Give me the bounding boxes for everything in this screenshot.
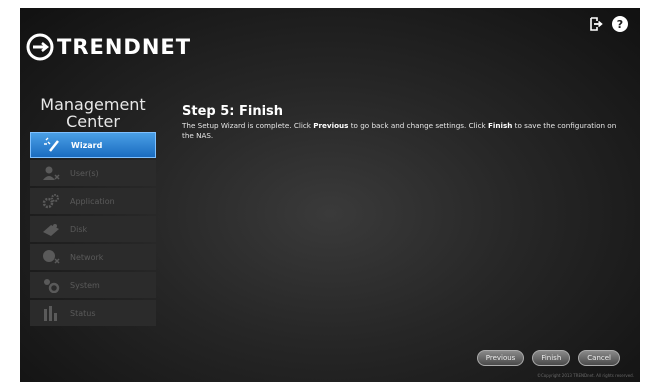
sidebar-nav: Wizard User(s) Application Disk Network … bbox=[30, 132, 156, 328]
sidebar-item-label: Wizard bbox=[71, 140, 103, 150]
sidebar-item-label: System bbox=[70, 280, 100, 290]
sidebar-item-disk[interactable]: Disk bbox=[30, 216, 156, 242]
sidebar-item-label: Application bbox=[70, 196, 115, 206]
sidebar-item-label: Status bbox=[70, 308, 96, 318]
system-gears-icon bbox=[40, 276, 62, 294]
disk-icon bbox=[40, 220, 62, 238]
help-icon[interactable]: ? bbox=[612, 16, 628, 32]
top-toolbar: ? bbox=[588, 16, 628, 32]
sidebar-item-network[interactable]: Network bbox=[30, 244, 156, 270]
status-bars-icon bbox=[40, 304, 62, 322]
cancel-button[interactable]: Cancel bbox=[578, 350, 620, 366]
logo-text: TRENDNET bbox=[57, 35, 192, 59]
sidebar-item-label: User(s) bbox=[70, 168, 99, 178]
desc-part-1: The Setup Wizard is complete. Click bbox=[182, 121, 314, 130]
users-icon bbox=[40, 164, 62, 182]
sidebar-item-label: Disk bbox=[70, 224, 88, 234]
app-window: ? TRENDNET Management Center Wizard User… bbox=[20, 8, 640, 382]
title-line-2: Center bbox=[66, 112, 120, 131]
logout-icon[interactable] bbox=[588, 16, 604, 32]
step-description: The Setup Wizard is complete. Click Prev… bbox=[182, 121, 622, 140]
finish-button[interactable]: Finish bbox=[532, 350, 571, 366]
desc-part-2: to go back and change settings. Click bbox=[348, 121, 489, 130]
sidebar-item-system[interactable]: System bbox=[30, 272, 156, 298]
application-gears-icon bbox=[40, 192, 62, 210]
trendnet-logo: TRENDNET bbox=[26, 33, 191, 61]
sidebar-item-label: Network bbox=[70, 252, 104, 262]
wizard-buttons: Previous Finish Cancel bbox=[476, 350, 620, 366]
previous-button[interactable]: Previous bbox=[476, 350, 525, 366]
trendnet-logo-icon bbox=[26, 33, 54, 61]
sidebar-item-status[interactable]: Status bbox=[30, 300, 156, 326]
title-line-1: Management bbox=[40, 95, 146, 114]
desc-bold-previous: Previous bbox=[313, 121, 349, 130]
sidebar-item-application[interactable]: Application bbox=[30, 188, 156, 214]
network-icon bbox=[40, 248, 62, 266]
wizard-content: Step 5: Finish The Setup Wizard is compl… bbox=[182, 104, 622, 140]
copyright-text: ©Copyright 2013 TRENDnet. All rights res… bbox=[536, 373, 634, 378]
management-center-title: Management Center bbox=[28, 96, 158, 130]
step-title: Step 5: Finish bbox=[182, 104, 284, 119]
desc-bold-finish: Finish bbox=[488, 121, 513, 130]
sidebar-item-users[interactable]: User(s) bbox=[30, 160, 156, 186]
sidebar-item-wizard[interactable]: Wizard bbox=[30, 132, 156, 158]
wizard-wand-icon bbox=[41, 136, 63, 154]
